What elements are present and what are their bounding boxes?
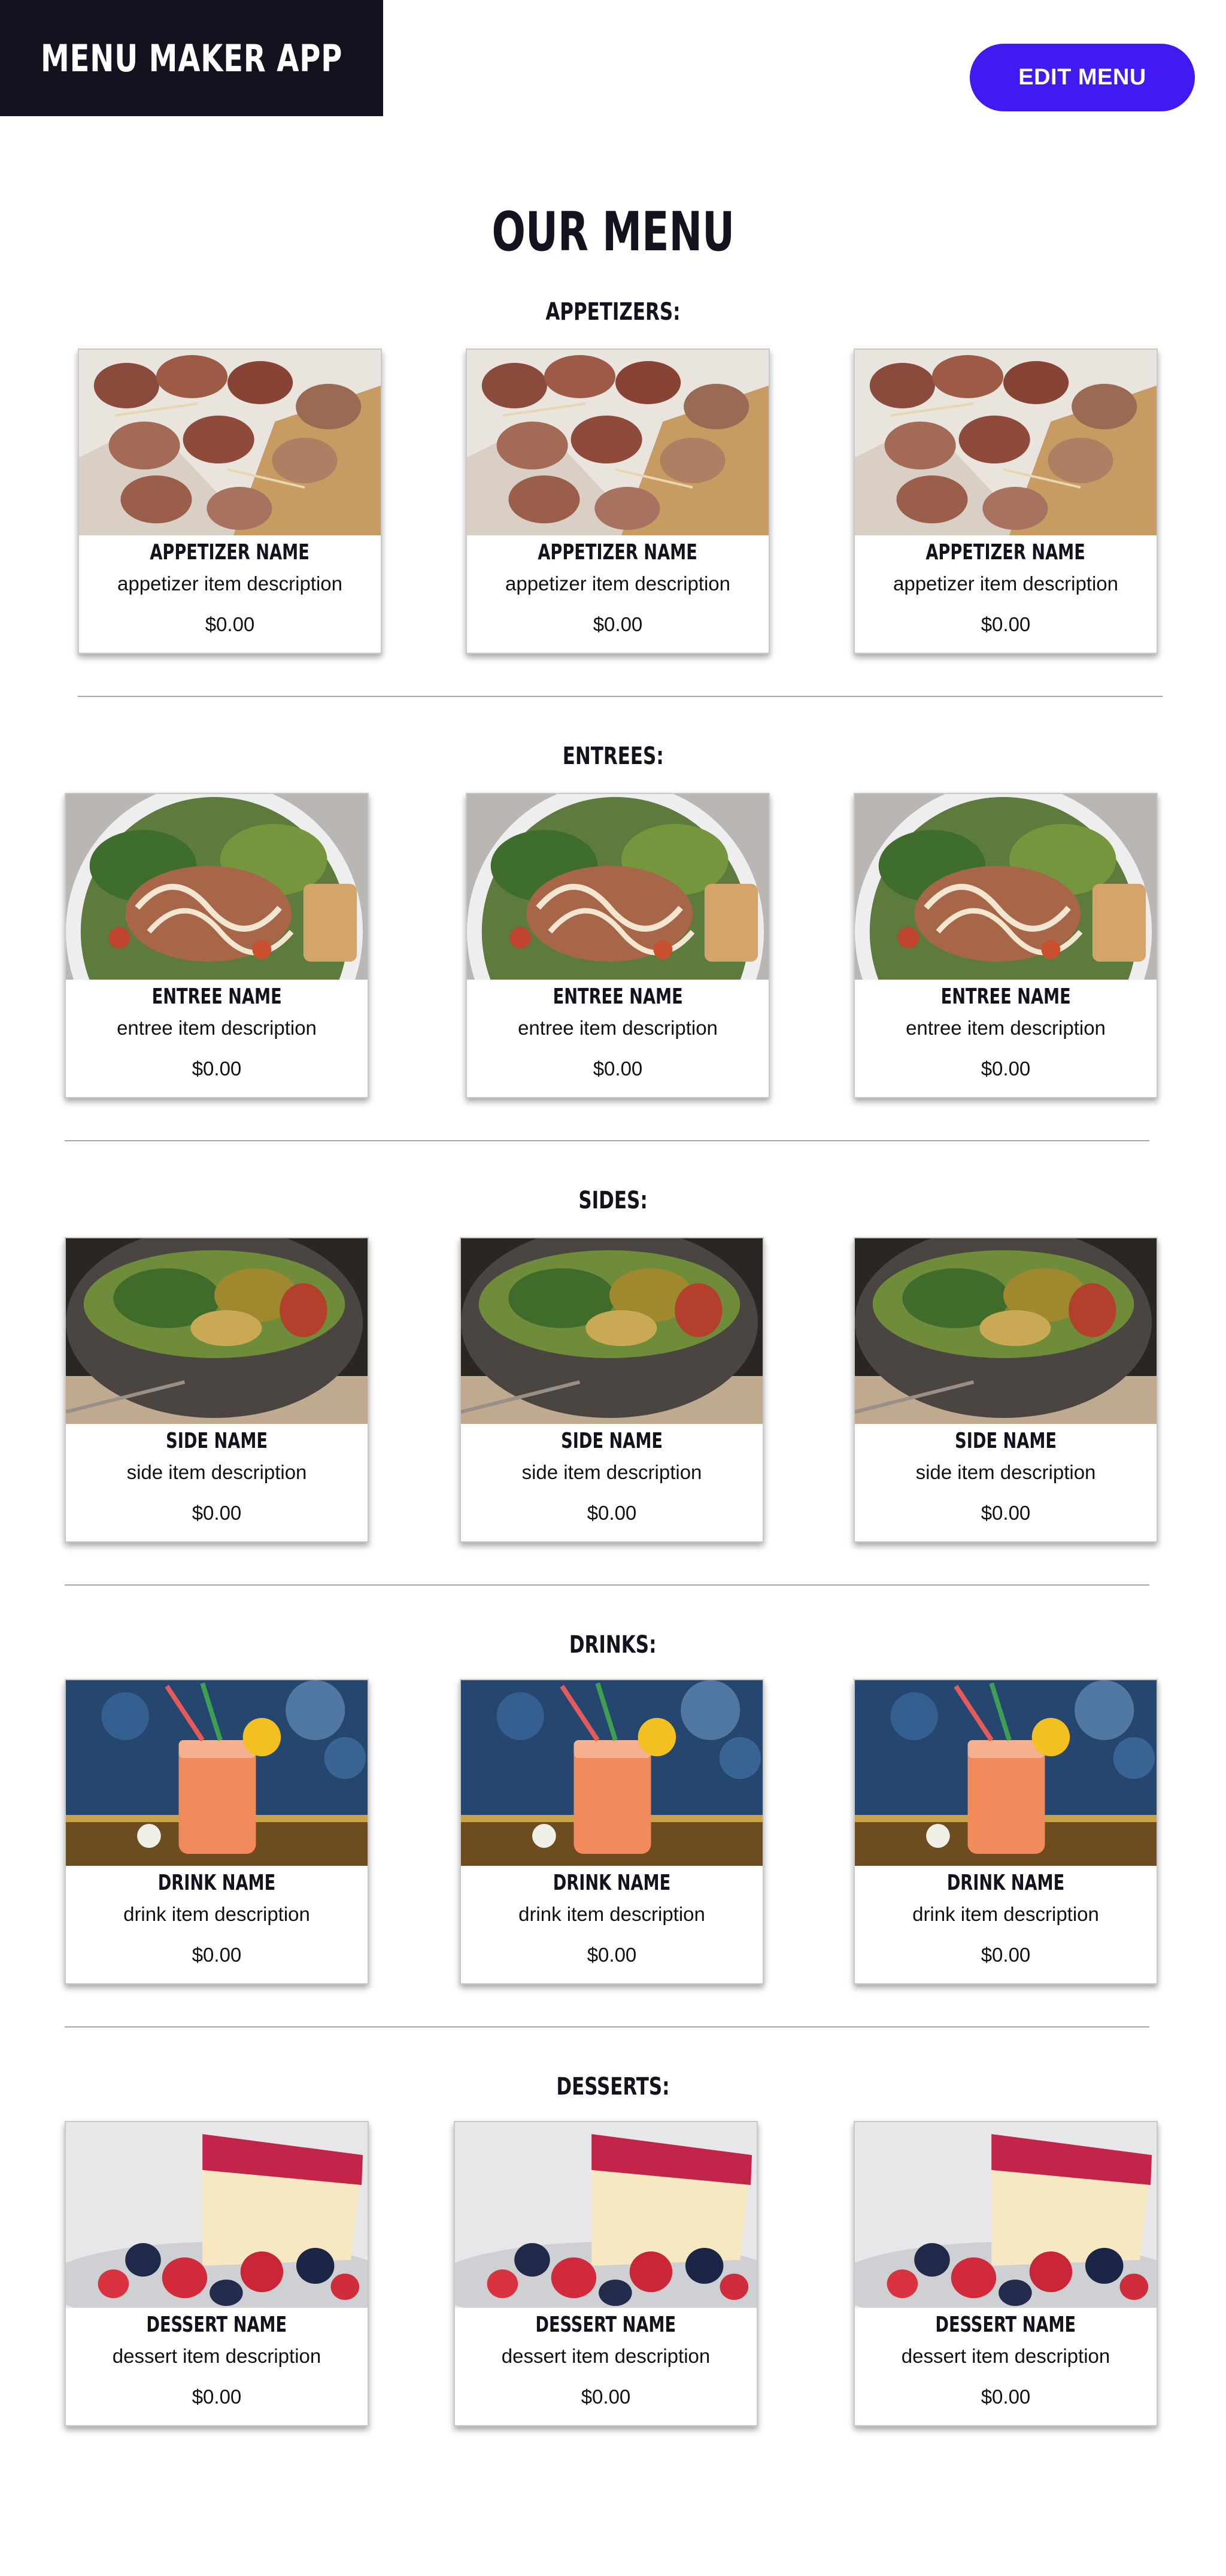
menu-item-card[interactable]: SIDE NAME side item description $0.00 xyxy=(65,1237,369,1542)
app-brand: MENU MAKER APP xyxy=(0,0,383,116)
salad-bowl-photo xyxy=(855,1238,1157,1424)
page-title: OUR MENU xyxy=(491,201,735,263)
item-description: entree item description xyxy=(906,1017,1106,1039)
item-price: $0.00 xyxy=(192,1057,242,1080)
item-price: $0.00 xyxy=(981,1944,1031,1966)
section-title-sides: SIDES: xyxy=(578,1187,648,1214)
section-title-entrees: ENTREES: xyxy=(562,743,664,770)
menu-item-card[interactable]: DRINK NAME drink item description $0.00 xyxy=(65,1679,369,1984)
item-name: DRINK NAME xyxy=(157,1871,276,1895)
item-price: $0.00 xyxy=(587,1944,637,1966)
section-title-desserts: DESSERTS: xyxy=(556,2073,670,2101)
menu-item-card[interactable]: SIDE NAME side item description $0.00 xyxy=(854,1237,1158,1542)
item-description: entree item description xyxy=(117,1017,317,1039)
item-price: $0.00 xyxy=(981,1502,1031,1524)
menu-item-card[interactable]: APPETIZER NAME appetizer item description… xyxy=(854,348,1158,654)
item-name: APPETIZER NAME xyxy=(925,540,1086,565)
menu-item-card[interactable]: APPETIZER NAME appetizer item description… xyxy=(466,348,770,654)
bacon-wrapped-appetizer-photo xyxy=(855,350,1157,535)
salad-bowl-photo xyxy=(461,1238,763,1424)
item-name: APPETIZER NAME xyxy=(150,540,310,565)
menu-item-card[interactable]: ENTREE NAME entree item description $0.00 xyxy=(466,793,770,1098)
section-divider xyxy=(78,696,1163,697)
cheesecake-photo xyxy=(66,2122,368,2308)
item-description: appetizer item description xyxy=(893,572,1119,595)
item-price: $0.00 xyxy=(205,613,255,635)
item-price: $0.00 xyxy=(981,2386,1031,2408)
section-divider xyxy=(65,1140,1149,1141)
item-description: drink item description xyxy=(912,1903,1099,1925)
item-price: $0.00 xyxy=(593,613,643,635)
menu-item-card[interactable]: DESSERT NAME dessert item description $0.0… xyxy=(454,2121,758,2426)
item-description: side item description xyxy=(521,1461,702,1483)
lemonade-jar-photo xyxy=(66,1680,368,1866)
caesar-salad-photo xyxy=(467,794,769,980)
cheesecake-photo xyxy=(455,2122,757,2308)
menu-item-card[interactable]: DRINK NAME drink item description $0.00 xyxy=(854,1679,1158,1984)
item-name: DRINK NAME xyxy=(946,1871,1065,1895)
lemonade-jar-photo xyxy=(461,1680,763,1866)
section-title-appetizers: APPETIZERS: xyxy=(545,298,681,326)
menu-item-card[interactable]: ENTREE NAME entree item description $0.00 xyxy=(65,793,369,1098)
item-name: SIDE NAME xyxy=(166,1429,268,1453)
item-price: $0.00 xyxy=(981,613,1031,635)
cheesecake-photo xyxy=(855,2122,1157,2308)
item-price: $0.00 xyxy=(587,1502,637,1524)
item-description: side item description xyxy=(915,1461,1096,1483)
menu-item-card[interactable]: DESSERT NAME dessert item description $0.0… xyxy=(65,2121,369,2426)
section-divider xyxy=(65,2026,1149,2028)
menu-item-card[interactable]: DRINK NAME drink item description $0.00 xyxy=(460,1679,764,1984)
item-name: APPETIZER NAME xyxy=(538,540,698,565)
menu-item-card[interactable]: DESSERT NAME dessert item description $0.0… xyxy=(854,2121,1158,2426)
caesar-salad-photo xyxy=(66,794,368,980)
salad-bowl-photo xyxy=(66,1238,368,1424)
item-name: DESSERT NAME xyxy=(935,2313,1076,2337)
item-price: $0.00 xyxy=(192,2386,242,2408)
edit-menu-button[interactable]: EDIT MENU xyxy=(970,44,1195,111)
menu-item-card[interactable]: ENTREE NAME entree item description $0.00 xyxy=(854,793,1158,1098)
app-title: MENU MAKER APP xyxy=(40,36,343,80)
item-price: $0.00 xyxy=(581,2386,631,2408)
item-description: dessert item description xyxy=(901,2345,1110,2367)
item-name: SIDE NAME xyxy=(955,1429,1057,1453)
item-description: dessert item description xyxy=(112,2345,321,2367)
item-description: dessert item description xyxy=(501,2345,711,2367)
item-price: $0.00 xyxy=(192,1944,242,1966)
bacon-wrapped-appetizer-photo xyxy=(79,350,381,535)
item-name: SIDE NAME xyxy=(561,1429,663,1453)
item-description: drink item description xyxy=(123,1903,310,1925)
section-divider xyxy=(65,1584,1149,1586)
item-name: ENTREE NAME xyxy=(553,984,683,1009)
item-price: $0.00 xyxy=(593,1057,643,1080)
item-name: DRINK NAME xyxy=(553,1871,671,1895)
item-description: appetizer item description xyxy=(505,572,731,595)
item-name: ENTREE NAME xyxy=(940,984,1071,1009)
item-price: $0.00 xyxy=(192,1502,242,1524)
item-description: drink item description xyxy=(518,1903,705,1925)
bacon-wrapped-appetizer-photo xyxy=(467,350,769,535)
item-name: DESSERT NAME xyxy=(535,2313,676,2337)
lemonade-jar-photo xyxy=(855,1680,1157,1866)
item-name: DESSERT NAME xyxy=(146,2313,287,2337)
caesar-salad-photo xyxy=(855,794,1157,980)
item-description: entree item description xyxy=(518,1017,718,1039)
item-name: ENTREE NAME xyxy=(151,984,282,1009)
menu-item-card[interactable]: SIDE NAME side item description $0.00 xyxy=(460,1237,764,1542)
section-title-drinks: DRINKS: xyxy=(569,1631,657,1659)
item-description: side item description xyxy=(126,1461,307,1483)
item-description: appetizer item description xyxy=(117,572,343,595)
item-price: $0.00 xyxy=(981,1057,1031,1080)
menu-item-card[interactable]: APPETIZER NAME appetizer item description… xyxy=(78,348,382,654)
